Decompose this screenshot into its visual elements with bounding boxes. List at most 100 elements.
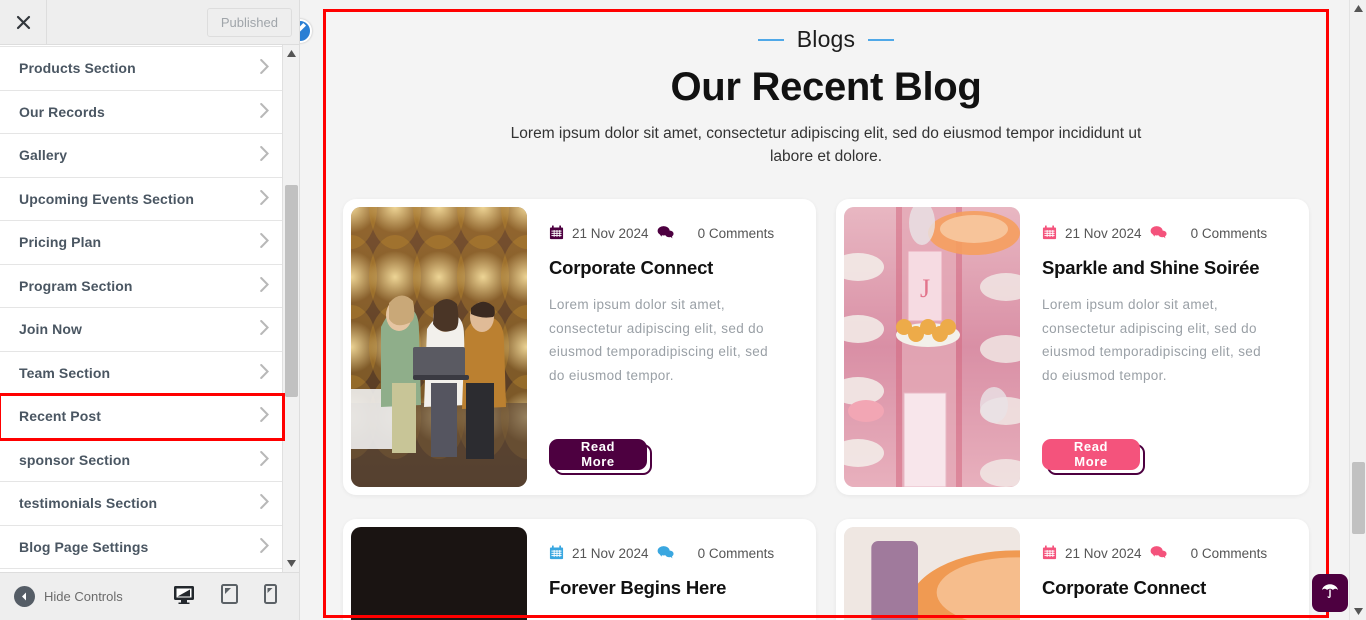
section-subtitle: Lorem ipsum dolor sit amet, consectetur … [510, 125, 1142, 165]
read-more-button[interactable]: Read More [1042, 438, 1140, 470]
sidebar-scroll-thumb[interactable] [285, 185, 298, 397]
eyebrow-dash-left [757, 38, 784, 41]
device-preview-switcher [173, 584, 285, 609]
chevron-right-icon [260, 407, 270, 425]
blog-card-image [351, 526, 527, 620]
sidebar-items-container: Products Section Our Records Gallery Upcomi… [0, 45, 285, 569]
read-more-button[interactable]: Read More [549, 438, 647, 470]
calendar-icon [549, 225, 564, 243]
chevron-right-icon [260, 363, 270, 382]
section-eyebrow-label: Blogs [796, 26, 856, 52]
tablet-icon [221, 584, 238, 609]
sidebar-item-join-now[interactable]: Join Now [0, 308, 283, 352]
blog-card-date: 21 Nov 2024 [1065, 546, 1142, 562]
close-icon [16, 15, 31, 30]
sidebar-footer: Hide Controls [0, 572, 299, 620]
sidebar-item-recent-post[interactable]: Recent Post [0, 393, 285, 441]
preview-scroll-up-arrow-icon[interactable] [1350, 0, 1366, 17]
blog-card-meta: 21 Nov 2024 0 Comments [1042, 545, 1285, 563]
chevron-right-icon [260, 59, 270, 77]
blog-card-body: 21 Nov 2024 0 Comments Corporate Connect [1028, 519, 1309, 620]
blog-card-meta: 21 Nov 2024 0 Comments [1042, 225, 1285, 243]
blog-card-title[interactable]: Corporate Connect [1042, 577, 1285, 599]
sidebar-item-upcoming-events-section[interactable]: Upcoming Events Section [0, 177, 283, 221]
blog-card-comments: 0 Comments [1190, 226, 1268, 242]
blog-card-comments: 0 Comments [1190, 546, 1268, 562]
preview-page: Blogs Our Recent Blog Lorem ipsum dolor … [326, 12, 1326, 620]
blog-card-meta: 21 Nov 2024 0 Comments [549, 545, 792, 563]
blog-card-image [351, 206, 527, 487]
preview-scrollbar[interactable] [1349, 0, 1366, 620]
sidebar-item-label: sponsor Section [19, 451, 131, 468]
blog-card-comments: 0 Comments [697, 546, 775, 562]
sidebar-item-our-records[interactable]: Our Records [0, 90, 283, 134]
blog-card-date: 21 Nov 2024 [1065, 226, 1142, 242]
chevron-right-icon [260, 146, 270, 164]
blog-card-body: 21 Nov 2024 0 Comments Sparkle and Shine S… [1028, 199, 1309, 495]
blog-card-title[interactable]: Forever Begins Here [549, 577, 792, 599]
chevron-right-icon [260, 450, 270, 469]
umbrella-arrow-up-icon [1320, 581, 1340, 606]
comment-bubble-icon [657, 225, 674, 243]
calendar-icon [1042, 545, 1057, 563]
sidebar-item-label: Recent Post [19, 408, 102, 425]
app-screen: Published Products Section Our Records Gal… [0, 0, 1366, 620]
device-mobile-button[interactable] [264, 584, 277, 609]
sidebar-item-gallery[interactable]: Gallery [0, 134, 283, 178]
blog-card-date: 21 Nov 2024 [572, 226, 649, 242]
scroll-up-arrow-icon[interactable] [283, 45, 299, 62]
sidebar-item-label: Upcoming Events Section [19, 190, 194, 207]
eyebrow-dash-right [868, 38, 895, 41]
sidebar-item-testimonials-section[interactable]: testimonials Section [0, 482, 283, 526]
blog-card-grid: 21 Nov 2024 0 Comments Corporate Connect Lo… [326, 198, 1326, 620]
blog-card-meta: 21 Nov 2024 0 Comments [549, 225, 792, 243]
sidebar-item-program-section[interactable]: Program Section [0, 264, 283, 308]
scroll-down-arrow-icon[interactable] [283, 555, 299, 572]
sidebar-item-label: Our Records [19, 103, 105, 120]
read-more-wrapper: Read More [549, 438, 652, 475]
mobile-icon [264, 584, 277, 609]
chevron-right-icon [260, 537, 270, 556]
blog-card-excerpt: Lorem ipsum dolor sit amet, consectetur … [549, 296, 769, 383]
sidebar-item-label: testimonials Section [19, 495, 158, 512]
back-to-top-button[interactable] [1312, 574, 1348, 612]
sidebar-section-list: Products Section Our Records Gallery Upcomi… [0, 45, 299, 572]
blog-card[interactable]: 21 Nov 2024 0 Comments Corporate Connect Lo… [343, 198, 816, 495]
blog-card-image [844, 526, 1020, 620]
site-preview: Blogs Our Recent Blog Lorem ipsum dolor … [300, 0, 1366, 620]
blog-card-body: 21 Nov 2024 0 Comments Corporate Connect Lo… [535, 199, 816, 495]
svg-text:J: J [920, 274, 930, 303]
blog-card[interactable]: J 21 Nov 2024 0 Comments Sparkle and Shine… [836, 198, 1309, 495]
chevron-left-icon [14, 586, 35, 607]
published-button[interactable]: Published [206, 7, 292, 37]
comment-bubble-icon [657, 545, 674, 563]
device-tablet-button[interactable] [221, 584, 238, 609]
sidebar-header-actions: Published [47, 0, 299, 44]
preview-scroll-thumb[interactable] [1352, 462, 1365, 534]
device-desktop-button[interactable] [173, 585, 195, 609]
sidebar-item-sponsor-section[interactable]: sponsor Section [0, 438, 283, 482]
sidebar-item-label: Team Section [19, 364, 111, 381]
blog-card[interactable]: 21 Nov 2024 0 Comments Forever Begins Here [343, 518, 816, 620]
sidebar-item-products-section[interactable]: Products Section [0, 47, 283, 91]
blog-card-title[interactable]: Sparkle and Shine Soirée [1042, 257, 1285, 279]
sidebar-scrollbar[interactable] [282, 45, 299, 572]
blog-card-title[interactable]: Corporate Connect [549, 257, 792, 279]
blog-card[interactable]: 21 Nov 2024 0 Comments Corporate Connect [836, 518, 1309, 620]
desktop-icon [173, 585, 195, 609]
edit-section-button[interactable] [300, 19, 312, 43]
pencil-icon [300, 22, 307, 40]
hide-controls-button[interactable]: Hide Controls [14, 586, 123, 607]
section-title: Our Recent Blog [670, 65, 982, 109]
sidebar-item-pricing-plan[interactable]: Pricing Plan [0, 221, 283, 265]
sidebar-item-label: Gallery [19, 147, 68, 164]
sidebar-item-team-section[interactable]: Team Section [0, 351, 283, 395]
sidebar-item-blog-page-settings[interactable]: Blog Page Settings [0, 525, 283, 569]
close-button[interactable] [0, 0, 47, 44]
calendar-icon [549, 545, 564, 563]
sidebar-item-label: Products Section [19, 60, 136, 77]
sidebar-item-label: Blog Page Settings [19, 538, 149, 555]
preview-scroll-down-arrow-icon[interactable] [1350, 603, 1366, 620]
blog-card-body: 21 Nov 2024 0 Comments Forever Begins Here [535, 519, 816, 620]
blog-card-excerpt: Lorem ipsum dolor sit amet, consectetur … [1042, 296, 1262, 383]
